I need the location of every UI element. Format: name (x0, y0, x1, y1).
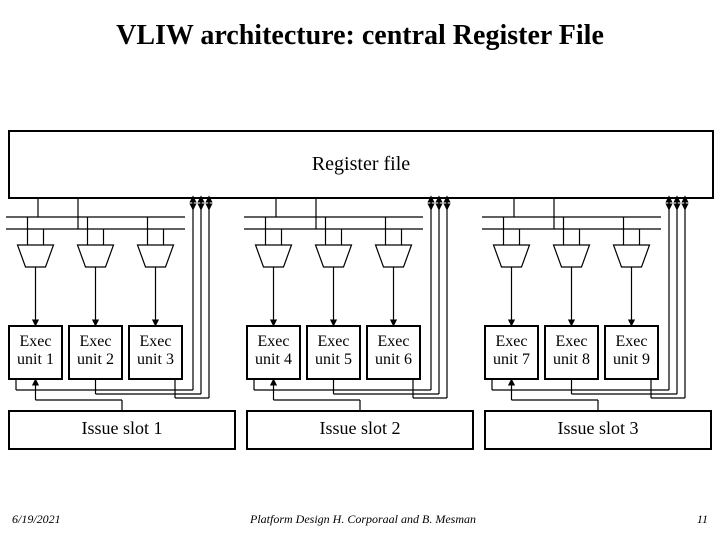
register-file-label: Register file (312, 153, 410, 176)
unit-label: unit 6 (375, 351, 412, 368)
exec-unit-9-box: Execunit 9 (604, 325, 659, 380)
register-file-box: Register file (8, 130, 714, 199)
issue-slot-2-box: Issue slot 2 (246, 410, 474, 450)
unit-label: Exec (556, 333, 588, 350)
unit-label: Exec (140, 333, 172, 350)
unit-label: unit 2 (77, 351, 114, 368)
footer-page: 11 (697, 512, 708, 527)
footer-date: 6/19/2021 (12, 512, 61, 527)
unit-label: Exec (496, 333, 528, 350)
issue-slot-3-box: Issue slot 3 (484, 410, 712, 450)
issue-slot-1-box: Issue slot 1 (8, 410, 236, 450)
unit-label: Exec (80, 333, 112, 350)
issue-slot-label: Issue slot 3 (558, 418, 639, 438)
slide-title: VLIW architecture: central Register File (0, 20, 720, 52)
unit-label: Exec (378, 333, 410, 350)
exec-unit-2-box: Execunit 2 (68, 325, 123, 380)
unit-label: unit 7 (493, 351, 530, 368)
exec-unit-3-box: Execunit 3 (128, 325, 183, 380)
exec-unit-1-box: Execunit 1 (8, 325, 63, 380)
unit-label: unit 9 (613, 351, 650, 368)
footer-credits: Platform Design H. Corporaal and B. Mesm… (250, 512, 476, 527)
unit-label: Exec (20, 333, 52, 350)
issue-slot-label: Issue slot 2 (320, 418, 401, 438)
unit-label: unit 3 (137, 351, 174, 368)
unit-label: Exec (616, 333, 648, 350)
unit-label: Exec (318, 333, 350, 350)
exec-unit-5-box: Execunit 5 (306, 325, 361, 380)
unit-label: unit 8 (553, 351, 590, 368)
unit-label: unit 4 (255, 351, 292, 368)
exec-unit-6-box: Execunit 6 (366, 325, 421, 380)
unit-label: Exec (258, 333, 290, 350)
slide: VLIW architecture: central Register File… (0, 0, 720, 540)
unit-label: unit 5 (315, 351, 352, 368)
issue-slot-label: Issue slot 1 (82, 418, 163, 438)
exec-unit-7-box: Execunit 7 (484, 325, 539, 380)
unit-label: unit 1 (17, 351, 54, 368)
exec-unit-4-box: Execunit 4 (246, 325, 301, 380)
diagram-wires (0, 0, 720, 540)
exec-unit-8-box: Execunit 8 (544, 325, 599, 380)
